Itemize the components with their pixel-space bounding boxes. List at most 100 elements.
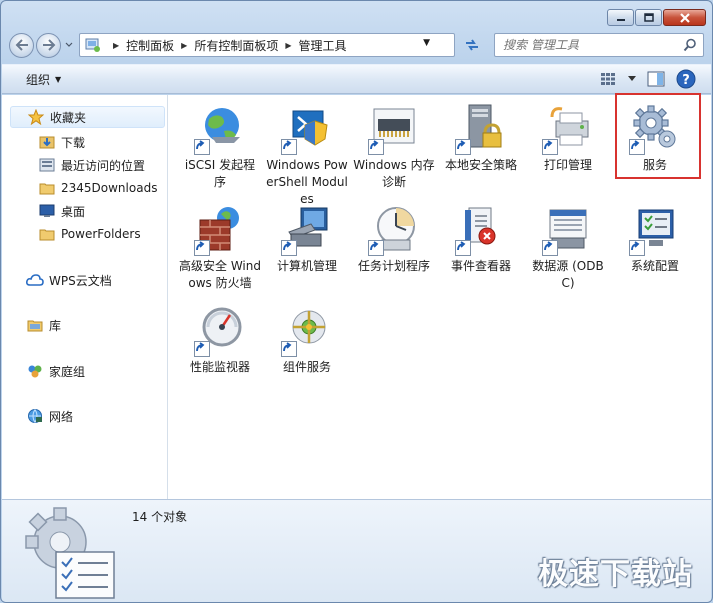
network-icon bbox=[26, 408, 44, 424]
command-bar: 组织 ▼ ? bbox=[2, 64, 711, 94]
shortcut-arrow-icon bbox=[194, 139, 210, 155]
breadcrumb-admin-tools[interactable]: 管理工具 bbox=[299, 37, 347, 54]
admin-tools-large-icon bbox=[25, 507, 115, 599]
sidebar-item-favorites[interactable]: 收藏夹 bbox=[10, 106, 165, 128]
address-dropdown[interactable]: ▼ bbox=[423, 38, 430, 48]
breadcrumb-control-panel[interactable]: 控制面板 bbox=[126, 37, 174, 54]
tile-odbc[interactable]: 数据源 (ODBC) bbox=[527, 204, 609, 292]
sidebar-item-label: WPS云文档 bbox=[49, 273, 112, 288]
tile-computer-management[interactable]: 计算机管理 bbox=[266, 204, 348, 275]
tile-iscsi[interactable]: iSCSI 发起程序 bbox=[179, 103, 261, 191]
sidebar-item-powerfolders[interactable]: PowerFolders bbox=[38, 223, 141, 245]
help-icon: ? bbox=[676, 69, 696, 89]
tile-services[interactable]: 服务 bbox=[614, 103, 696, 174]
shortcut-arrow-icon bbox=[281, 341, 297, 357]
item-count: 14 个对象 bbox=[132, 510, 188, 524]
tile-label: 系统配置 bbox=[630, 259, 679, 273]
breadcrumb-all-items[interactable]: 所有控制面板项 bbox=[194, 37, 278, 54]
tile-powershell-modules[interactable]: Windows PowerShell Modules bbox=[266, 103, 348, 208]
sidebar-item-2345downloads[interactable]: 2345Downloads bbox=[38, 177, 157, 199]
tile-label: 本地安全策略 bbox=[444, 158, 517, 172]
shortcut-arrow-icon bbox=[194, 341, 210, 357]
breadcrumb-separator: ▶ bbox=[285, 40, 292, 50]
tile-label: 服务 bbox=[642, 158, 667, 172]
back-button[interactable] bbox=[9, 32, 34, 58]
view-options-button[interactable] bbox=[597, 69, 619, 89]
items-view: iSCSI 发起程序 Windows PowerShell Modules Wi… bbox=[169, 93, 711, 499]
tile-label: Windows 内存诊断 bbox=[353, 158, 435, 189]
tile-label: 高级安全 Windows 防火墙 bbox=[179, 259, 261, 290]
sidebar-item-label: 家庭组 bbox=[49, 364, 86, 379]
shortcut-arrow-icon bbox=[629, 240, 645, 256]
tile-local-security-policy[interactable]: 本地安全策略 bbox=[440, 103, 522, 174]
sidebar-item-label: 下载 bbox=[61, 135, 86, 150]
tile-label: iSCSI 发起程序 bbox=[184, 158, 256, 189]
tile-component-services[interactable]: 组件服务 bbox=[266, 305, 348, 376]
navigation-pane: 收藏夹 下载 最近访问的位置 2345Downloads 桌面 PowerFol… bbox=[2, 95, 168, 499]
view-dropdown[interactable] bbox=[627, 69, 637, 89]
tile-label: 组件服务 bbox=[282, 360, 331, 374]
recent-pages-dropdown[interactable] bbox=[63, 42, 75, 48]
tile-label: 数据源 (ODBC) bbox=[532, 259, 604, 290]
preview-pane-icon bbox=[647, 71, 665, 87]
tile-memory-diagnostic[interactable]: Windows 内存诊断 bbox=[353, 103, 435, 191]
shortcut-arrow-icon bbox=[368, 240, 384, 256]
caption-buttons bbox=[607, 9, 706, 26]
sidebar-item-network[interactable]: 网络 bbox=[26, 405, 73, 427]
search-box[interactable] bbox=[494, 33, 704, 57]
shortcut-arrow-icon bbox=[542, 240, 558, 256]
search-input[interactable] bbox=[503, 38, 673, 52]
recent-places-icon bbox=[38, 157, 56, 173]
shortcut-arrow-icon bbox=[542, 139, 558, 155]
tile-performance-monitor[interactable]: 性能监视器 bbox=[179, 305, 261, 376]
shortcut-arrow-icon bbox=[194, 240, 210, 256]
tile-event-viewer[interactable]: 事件查看器 bbox=[440, 204, 522, 275]
shortcut-arrow-icon bbox=[629, 139, 645, 155]
shortcut-arrow-icon bbox=[281, 240, 297, 256]
maximize-icon bbox=[643, 13, 654, 22]
maximize-button[interactable] bbox=[635, 9, 662, 26]
sidebar-item-recent-places[interactable]: 最近访问的位置 bbox=[38, 154, 145, 176]
tile-print-management[interactable]: 打印管理 bbox=[527, 103, 609, 174]
breadcrumb-separator: ▶ bbox=[181, 40, 188, 50]
close-button[interactable] bbox=[663, 9, 706, 26]
preview-pane-button[interactable] bbox=[645, 69, 667, 89]
search-icon[interactable] bbox=[683, 38, 697, 52]
shortcut-arrow-icon bbox=[455, 139, 471, 155]
tile-label: 打印管理 bbox=[543, 158, 592, 172]
tile-label: 事件查看器 bbox=[450, 259, 511, 273]
chevron-down-icon bbox=[628, 76, 636, 81]
tile-system-configuration[interactable]: 系统配置 bbox=[614, 204, 696, 275]
refresh-icon bbox=[466, 39, 478, 51]
sidebar-item-libraries[interactable]: 库 bbox=[26, 314, 61, 336]
download-folder-icon bbox=[38, 134, 56, 150]
address-bar[interactable]: ▶ 控制面板 ▶ 所有控制面板项 ▶ 管理工具 ▼ bbox=[79, 33, 455, 57]
sidebar-item-wps-cloud[interactable]: WPS云文档 bbox=[26, 269, 112, 291]
folder-icon bbox=[38, 180, 56, 196]
organize-menu[interactable]: 组织 ▼ bbox=[26, 71, 61, 88]
sidebar-item-desktop[interactable]: 桌面 bbox=[38, 200, 85, 222]
site-watermark: 极速下载站 bbox=[538, 557, 693, 592]
sidebar-item-label: PowerFolders bbox=[61, 227, 141, 241]
arrow-left-icon bbox=[15, 39, 28, 51]
desktop-icon bbox=[38, 203, 56, 219]
tile-label: Windows PowerShell Modules bbox=[266, 158, 348, 206]
content-area: 收藏夹 下载 最近访问的位置 2345Downloads 桌面 PowerFol… bbox=[2, 93, 711, 499]
forward-button[interactable] bbox=[36, 32, 61, 58]
tile-firewall[interactable]: 高级安全 Windows 防火墙 bbox=[179, 204, 261, 292]
sidebar-item-homegroup[interactable]: 家庭组 bbox=[26, 360, 85, 382]
sidebar-item-downloads[interactable]: 下载 bbox=[38, 131, 85, 153]
minimize-button[interactable] bbox=[607, 9, 634, 26]
chevron-down-icon bbox=[65, 42, 73, 47]
tile-task-scheduler[interactable]: 任务计划程序 bbox=[353, 204, 435, 275]
sidebar-item-label: 库 bbox=[49, 318, 62, 333]
homegroup-icon bbox=[26, 363, 44, 379]
sidebar-item-label: 收藏夹 bbox=[50, 110, 87, 125]
sidebar-item-label: 网络 bbox=[49, 409, 74, 424]
help-button[interactable]: ? bbox=[675, 69, 697, 89]
control-panel-icon bbox=[85, 38, 100, 52]
breadcrumb-separator: ▶ bbox=[113, 40, 120, 50]
refresh-button[interactable] bbox=[461, 33, 483, 57]
chevron-down-icon: ▼ bbox=[55, 74, 62, 84]
shortcut-arrow-icon bbox=[281, 139, 297, 155]
